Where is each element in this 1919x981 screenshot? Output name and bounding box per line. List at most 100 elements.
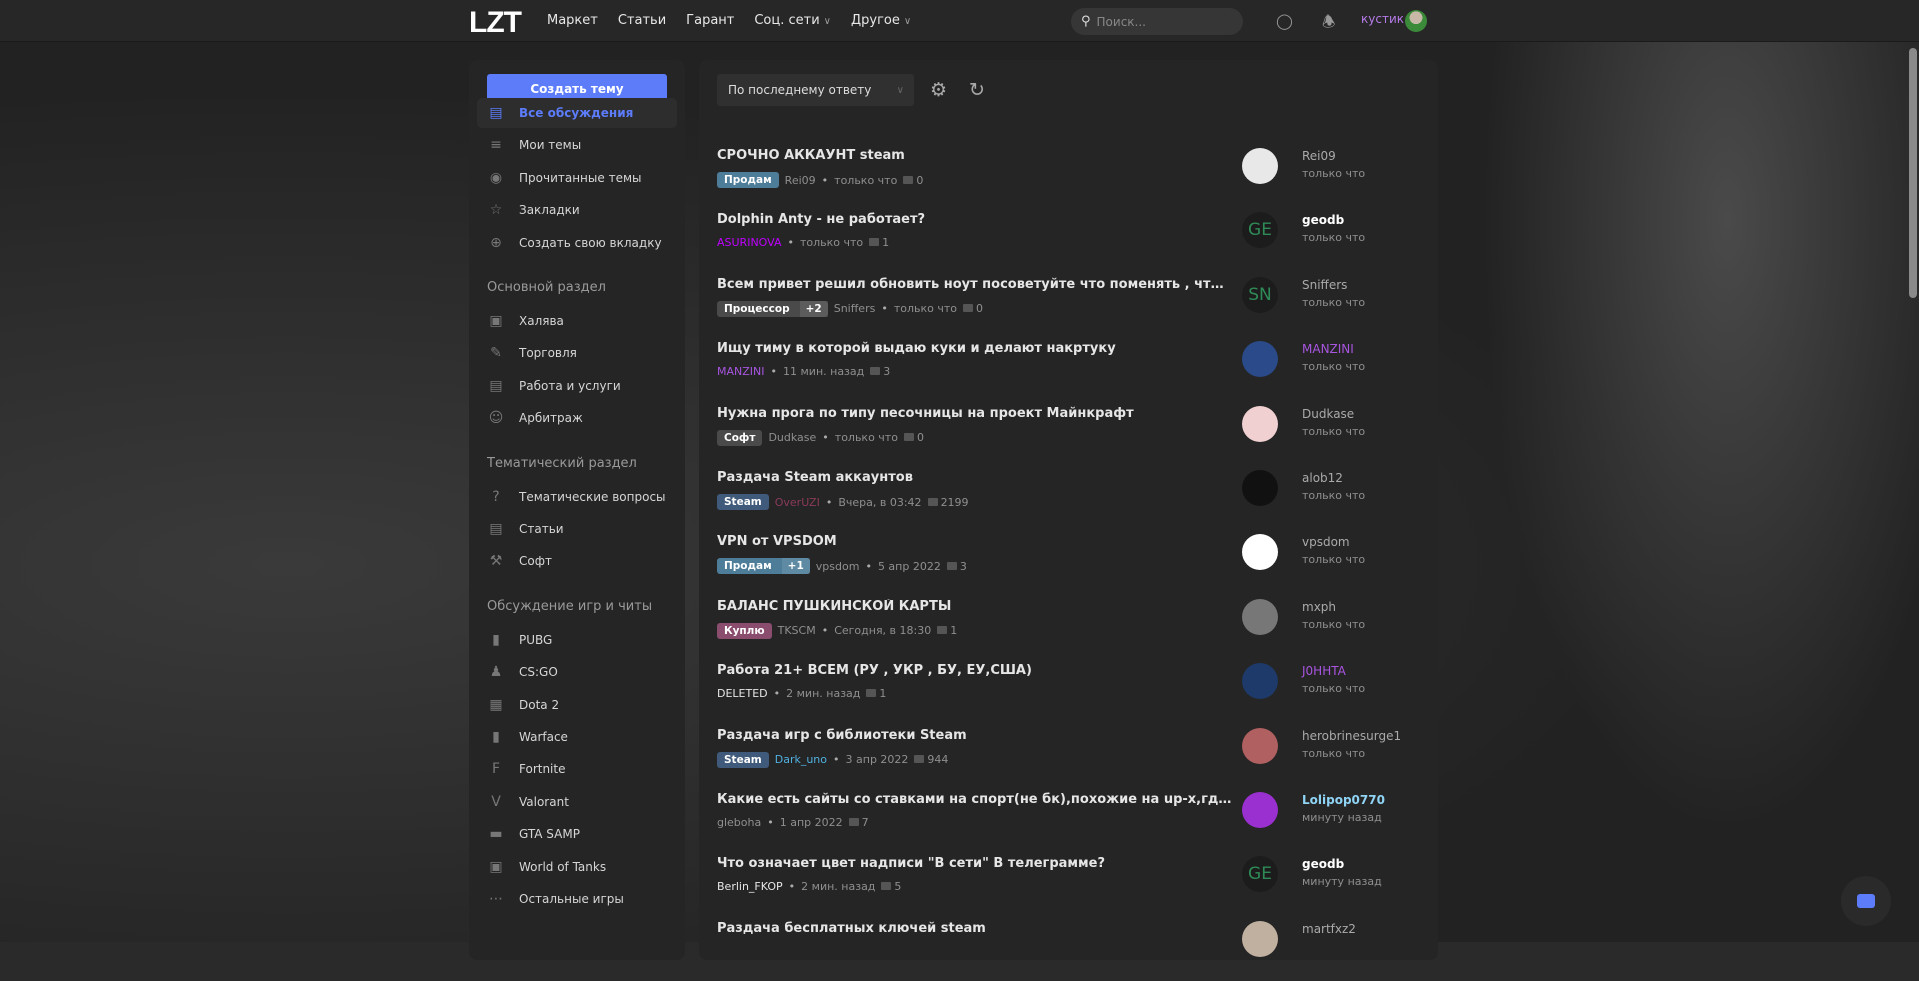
thread-author[interactable]: OverUZI xyxy=(775,496,820,509)
last-poster-avatar[interactable] xyxy=(1242,598,1278,635)
last-post-time[interactable]: только что xyxy=(1302,360,1365,373)
thread-title[interactable]: СРОЧНО АККАУНТ steam xyxy=(717,148,1232,163)
gear-icon[interactable]: ⚙ xyxy=(930,79,947,101)
last-post-time[interactable]: только что xyxy=(1302,747,1365,760)
last-post-time[interactable]: только что xyxy=(1302,167,1365,180)
last-poster-avatar[interactable] xyxy=(1242,534,1278,571)
thread-author[interactable]: vpsdom xyxy=(816,560,860,573)
thread-title[interactable]: Ищу тиму в которой выдаю куки и делают н… xyxy=(717,341,1232,356)
search-box[interactable]: ⚲ xyxy=(1071,8,1243,35)
sidebar-item[interactable]: ◉ Прочитанные темы xyxy=(477,163,677,193)
sidebar-item[interactable]: ♟ CS:GO xyxy=(477,657,677,687)
nav-item[interactable]: Маркет xyxy=(547,13,598,28)
last-poster-name[interactable]: mxph xyxy=(1302,600,1336,614)
nav-item[interactable]: Гарант xyxy=(686,13,734,28)
last-poster-avatar[interactable] xyxy=(1242,792,1278,828)
last-poster-avatar[interactable] xyxy=(1242,148,1278,184)
logo[interactable]: LZT xyxy=(469,6,522,40)
bell-icon[interactable]: 🕭 xyxy=(1322,12,1335,37)
last-post-time[interactable]: только что xyxy=(1302,553,1365,566)
last-poster-name[interactable]: herobrinesurge1 xyxy=(1302,729,1401,743)
thread-title[interactable]: БАЛАНС ПУШКИНСКОЙ КАРТЫ xyxy=(717,599,1232,614)
sidebar-item[interactable]: ▤ Статьи xyxy=(477,514,677,544)
scrollbar[interactable] xyxy=(1909,48,1917,298)
thread-title[interactable]: Нужна прога по типу песочницы на проект … xyxy=(717,406,1232,421)
thread-title[interactable]: Раздача бесплатных ключей steam xyxy=(717,921,1232,936)
last-poster-name[interactable]: geodb xyxy=(1302,213,1344,227)
last-poster-avatar[interactable] xyxy=(1242,663,1278,700)
prefix-tag[interactable]: Процессор +2 xyxy=(717,300,828,317)
prefix-tag[interactable]: Steam xyxy=(717,494,769,510)
thread-time[interactable]: 2 мин. назад xyxy=(801,880,875,893)
last-poster-name[interactable]: Dudkase xyxy=(1302,407,1354,421)
thread-time[interactable]: только что xyxy=(800,236,863,249)
sidebar-item[interactable]: ▮ PUBG xyxy=(477,625,677,655)
last-post-time[interactable]: только что xyxy=(1302,296,1365,309)
sidebar-item[interactable]: ▤ Работа и услуги xyxy=(477,371,677,401)
last-poster-avatar[interactable] xyxy=(1242,405,1278,442)
thread-time[interactable]: Сегодня, в 18:30 xyxy=(834,624,931,637)
last-poster-name[interactable]: vpsdom xyxy=(1302,535,1350,549)
last-post-time[interactable]: только что xyxy=(1302,425,1365,438)
sidebar-item[interactable]: V Valorant xyxy=(477,787,677,817)
thread-time[interactable]: только что xyxy=(835,431,898,444)
last-post-time[interactable]: только что xyxy=(1302,618,1365,631)
last-poster-avatar[interactable] xyxy=(1242,341,1278,378)
prefix-tag[interactable]: Софт xyxy=(717,429,763,446)
thread-title[interactable]: Всем привет решил обновить ноут посовету… xyxy=(717,277,1232,292)
thread-title[interactable]: Раздача игр с библиотеки Steam xyxy=(717,728,1232,743)
last-post-time[interactable]: только что xyxy=(1302,489,1365,502)
thread-title[interactable]: Какие есть сайты со ставками на спорт(не… xyxy=(717,792,1232,807)
sidebar-item[interactable]: ≡ Мои темы xyxy=(477,130,677,160)
search-input[interactable] xyxy=(1096,14,1227,29)
last-poster-name[interactable]: geodb xyxy=(1302,857,1344,871)
nav-item[interactable]: Другое ∨ xyxy=(851,13,911,28)
last-poster-avatar[interactable]: GE xyxy=(1242,856,1278,893)
thread-author[interactable]: TKSCM xyxy=(778,624,816,637)
last-post-time[interactable]: минуту назад xyxy=(1302,875,1382,888)
conversations-icon[interactable]: ◯ xyxy=(1276,12,1293,30)
last-poster-name[interactable]: Rei09 xyxy=(1302,149,1336,163)
thread-author[interactable]: Dark_uno xyxy=(775,753,827,766)
last-poster-name[interactable]: alob12 xyxy=(1302,471,1343,485)
last-poster-name[interactable]: J0HHTA xyxy=(1302,664,1346,678)
chat-button[interactable] xyxy=(1841,876,1891,926)
last-poster-avatar[interactable] xyxy=(1242,470,1278,506)
sidebar-item[interactable]: ⊕ Создать свою вкладку xyxy=(477,228,677,258)
thread-author[interactable]: Sniffers xyxy=(834,302,876,315)
thread-time[interactable]: 3 апр 2022 xyxy=(846,753,909,766)
sidebar-item[interactable]: ☺ Арбитраж xyxy=(477,403,677,433)
thread-time[interactable]: Вчера, в 03:42 xyxy=(838,496,921,509)
thread-title[interactable]: Раздача Steam аккаунтов xyxy=(717,470,1232,485)
thread-author[interactable]: Dudkase xyxy=(768,431,816,444)
sidebar-item[interactable]: ✎ Торговля xyxy=(477,338,677,368)
sort-dropdown[interactable]: По последнему ответу ∨ xyxy=(717,74,914,106)
prefix-tag[interactable]: Steam xyxy=(717,751,769,768)
last-poster-name[interactable]: MANZINI xyxy=(1302,342,1354,356)
sidebar-item[interactable]: ? Тематические вопросы xyxy=(477,482,677,512)
thread-title[interactable]: Работа 21+ ВСЕМ (РУ , УКР , БУ, ЕУ,США) xyxy=(717,663,1232,678)
sidebar-item[interactable]: ⋯ Остальные игры xyxy=(477,884,677,914)
thread-author[interactable]: gleboha xyxy=(717,816,761,829)
prefix-tag[interactable]: Продам xyxy=(717,172,779,188)
last-post-time[interactable]: только что xyxy=(1302,682,1365,695)
last-poster-avatar[interactable]: GE xyxy=(1242,212,1278,249)
prefix-tag[interactable]: Продам +1 xyxy=(717,558,810,575)
sidebar-item[interactable]: F Fortnite xyxy=(477,754,677,784)
thread-author[interactable]: DELETED xyxy=(717,687,768,700)
sidebar-item[interactable]: ▤ Все обсуждения xyxy=(477,98,677,128)
thread-author[interactable]: MANZINI xyxy=(717,365,765,378)
sidebar-item[interactable]: ▣ Халява xyxy=(477,306,677,336)
last-poster-name[interactable]: Lolipop0770 xyxy=(1302,793,1385,807)
nav-item[interactable]: Соц. сети ∨ xyxy=(754,13,831,28)
last-poster-name[interactable]: Sniffers xyxy=(1302,278,1347,292)
thread-time[interactable]: только что xyxy=(834,174,897,187)
thread-time[interactable]: 1 апр 2022 xyxy=(780,816,843,829)
last-post-time[interactable]: только что xyxy=(1302,231,1365,244)
thread-author[interactable]: ASURINOVA xyxy=(717,236,782,249)
sidebar-item[interactable]: ☆ Закладки xyxy=(477,195,677,225)
prefix-tag[interactable]: Куплю xyxy=(717,622,772,639)
thread-time[interactable]: 5 апр 2022 xyxy=(878,560,941,573)
username-link[interactable]: кустик xyxy=(1361,12,1404,26)
last-poster-avatar[interactable]: SN xyxy=(1242,276,1278,313)
